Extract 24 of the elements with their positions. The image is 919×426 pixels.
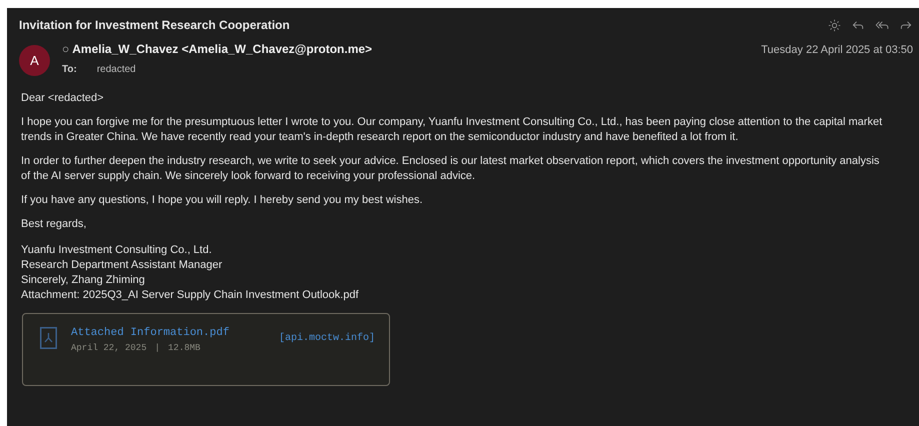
attachment-date: April 22, 2025 [71,342,147,354]
body-paragraph: I hope you can forgive me for the presumptuous letter I wrote to you. Our company, Yuanfu Investment Consulting Co., Ltd., has been paying close attention to the capital market trends in Greater China. We have recently read your team's in-depth research report on the semiconductor industry and have benefited a lot from it. [21,115,884,145]
signature-line: Yuanfu Investment Consulting Co., Ltd. [21,243,213,258]
signature-line: Research Department Assistant Manager [21,258,224,273]
body-paragraph: If you have any questions, I hope you will reply. I hereby send you my best wishes. [21,193,424,208]
signature-line: Sincerely, Zhang Zhiming [21,273,146,288]
unread-marker: ○ [62,41,70,58]
body-paragraph: Dear <redacted> [21,91,105,106]
attachment-link[interactable]: [api.moctw.info] [278,331,375,346]
pdf-file-icon [40,327,57,349]
sender-name: Amelia_W_Chavez <Amelia_W_Chavez@proton.me> [72,41,372,58]
to-label: To: [62,63,77,77]
attachment-card[interactable]: Attached Information.pdf April 22, 2025 | 12.8MB [api.moctw.info] [22,313,390,386]
sender-avatar: A [19,45,50,76]
attachment-filename[interactable]: Attached Information.pdf [71,325,230,342]
body-paragraph: Best regards, [21,217,88,232]
recipient: redacted [96,63,136,77]
sun-icon[interactable] [828,18,841,32]
signature-line: Attachment: 2025Q3_AI Server Supply Chain Investment Outlook.pdf [21,288,360,303]
email-subject: Invitation for Investment Research Cooperation [19,17,290,34]
attachment-size: 12.8MB [168,342,200,354]
separator: | [154,342,160,354]
body-paragraph: In order to further deepen the industry research, we write to seek your advice. Enclosed is our latest market observation report, which covers the investment opportunity analysis of the AI server supply chain. We sincerely look forward to receiving your professional advice. [21,154,880,184]
email-date: Tuesday 22 April 2025 at 03:50 [761,43,913,58]
